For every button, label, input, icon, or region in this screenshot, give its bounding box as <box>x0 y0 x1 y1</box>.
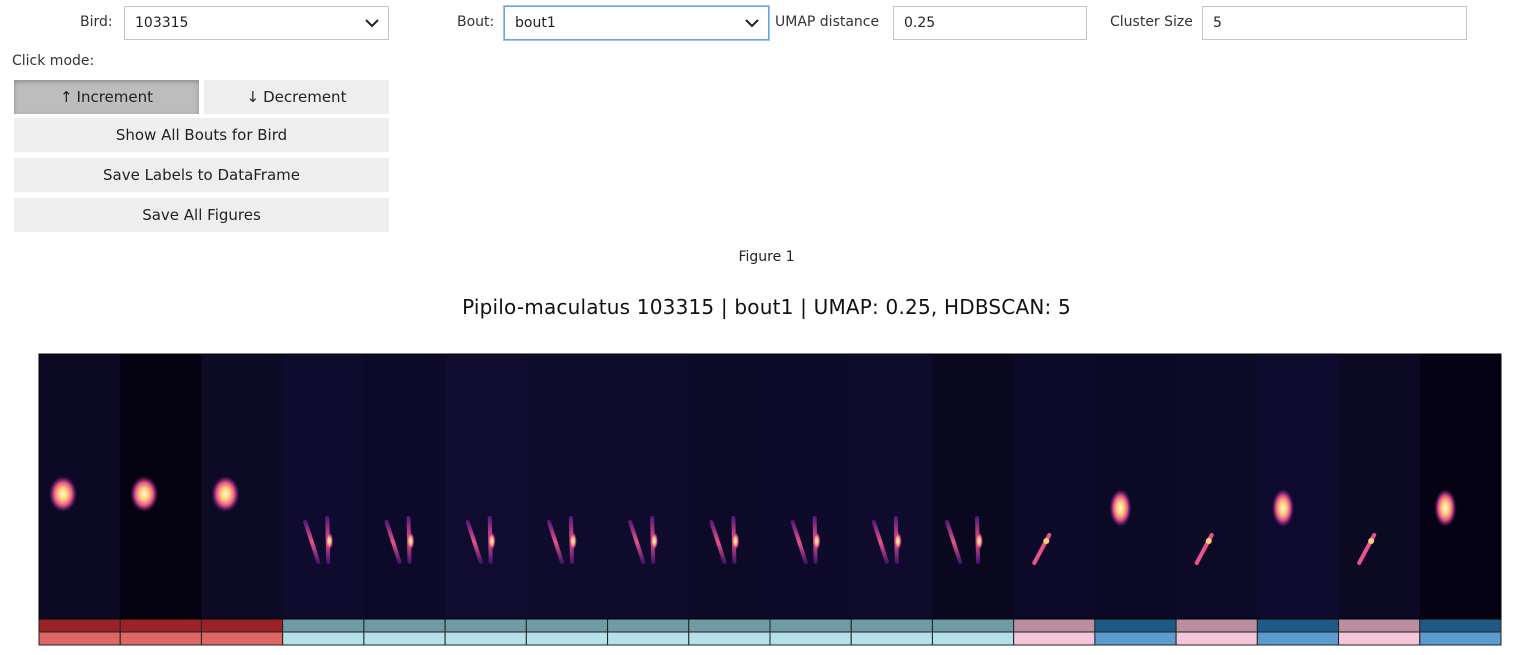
cluster-bar-bottom[interactable] <box>444 631 527 646</box>
cluster-bar-bottom[interactable] <box>525 631 609 646</box>
syllable-panel[interactable] <box>1176 354 1258 619</box>
syllable-panel[interactable] <box>526 354 609 619</box>
cluster-bar-top[interactable] <box>444 618 527 633</box>
cluster-bar-bottom[interactable] <box>607 631 690 646</box>
cluster-bar-bottom[interactable] <box>769 631 852 646</box>
cluster-bar-top[interactable] <box>769 618 852 633</box>
cluster-bar-top[interactable] <box>1094 618 1177 633</box>
syllable-panel[interactable] <box>1013 354 1096 619</box>
syllable-peak <box>325 532 334 550</box>
cluster-bar-bottom[interactable] <box>1175 631 1258 646</box>
cluster-bar-bottom[interactable] <box>282 631 365 646</box>
syllable-blob <box>1434 489 1457 527</box>
cluster-bar-bottom[interactable] <box>1419 631 1502 646</box>
syllable-blob <box>211 476 240 512</box>
syllable-peak <box>975 532 984 550</box>
cluster-bar-bottom[interactable] <box>1094 631 1177 646</box>
syllable-panel[interactable] <box>607 354 690 619</box>
syllable-peak <box>731 532 740 550</box>
cluster-bar-top[interactable] <box>119 618 202 633</box>
syllable-panel[interactable] <box>1338 354 1421 619</box>
cluster-bar-bottom[interactable] <box>688 631 771 646</box>
cluster-bar-top[interactable] <box>1013 618 1096 633</box>
syllable-peak <box>1205 538 1212 544</box>
cluster-bar-top[interactable] <box>1175 618 1258 633</box>
syllable-peak <box>568 532 577 550</box>
cluster-bar-bottom[interactable] <box>850 631 933 646</box>
cluster-bar-bottom[interactable] <box>931 631 1015 646</box>
cluster-bar-top[interactable] <box>525 618 609 633</box>
syllable-blob <box>1271 489 1294 527</box>
cluster-bar-top[interactable] <box>607 618 690 633</box>
syllable-peak <box>650 532 659 550</box>
cluster-bar-top[interactable] <box>200 618 284 633</box>
syllable-peak <box>893 532 902 550</box>
cluster-bar-bottom[interactable] <box>1338 631 1421 646</box>
syllable-peak <box>1043 538 1050 544</box>
cluster-bar-top[interactable] <box>1256 618 1340 633</box>
syllable-blob <box>130 476 159 512</box>
syllable-panel[interactable] <box>688 354 771 619</box>
syllable-panel[interactable] <box>1257 354 1340 619</box>
cluster-bar-top[interactable] <box>38 618 121 633</box>
cluster-bar-bottom[interactable] <box>1256 631 1340 646</box>
syllable-blob <box>49 476 77 512</box>
cluster-bar-top[interactable] <box>282 618 365 633</box>
syllable-panel[interactable] <box>932 354 1015 619</box>
cluster-bar-top[interactable] <box>850 618 933 633</box>
cluster-bar-bottom[interactable] <box>1013 631 1096 646</box>
syllable-blob <box>1109 489 1132 527</box>
syllable-peak <box>406 532 415 550</box>
syllable-panel[interactable] <box>1094 354 1177 619</box>
syllable-peak <box>1368 538 1375 544</box>
syllable-panel[interactable] <box>445 354 527 619</box>
cluster-bar-bottom[interactable] <box>119 631 202 646</box>
syllable-panel[interactable] <box>363 354 446 619</box>
cluster-bar-bottom[interactable] <box>363 631 446 646</box>
cluster-bar-bottom[interactable] <box>38 631 121 646</box>
cluster-bar-top[interactable] <box>1419 618 1502 633</box>
syllable-panel[interactable] <box>282 354 365 619</box>
cluster-bar-top[interactable] <box>931 618 1015 633</box>
cluster-bar-bottom[interactable] <box>200 631 284 646</box>
spectrogram-plot[interactable] <box>0 0 1533 655</box>
cluster-bar-top[interactable] <box>1338 618 1421 633</box>
syllable-panel[interactable] <box>770 354 852 619</box>
cluster-bar-top[interactable] <box>363 618 446 633</box>
syllable-panel[interactable] <box>1419 354 1502 619</box>
syllable-panel[interactable] <box>851 354 933 619</box>
syllable-peak <box>812 532 821 550</box>
syllable-peak <box>487 532 496 550</box>
cluster-bar-top[interactable] <box>688 618 771 633</box>
